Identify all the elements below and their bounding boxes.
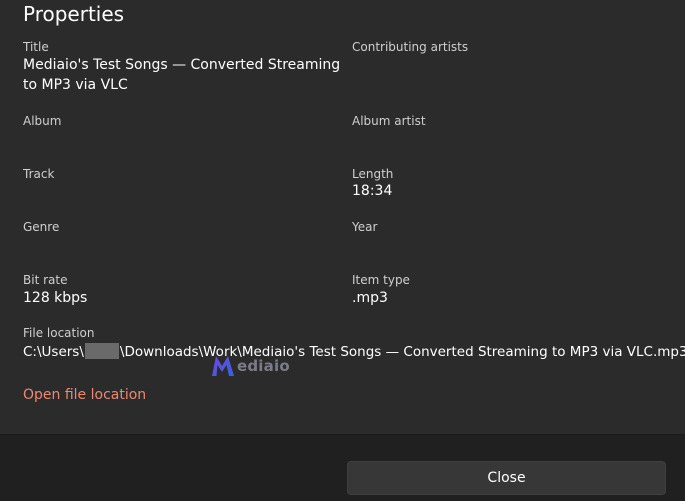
mediaio-watermark: ediaio [210, 353, 290, 379]
properties-content: Properties Title Mediaio's Test Songs — … [0, 0, 685, 434]
genre-label: Genre [23, 220, 60, 234]
album-label: Album [23, 114, 62, 128]
close-button[interactable]: Close [347, 461, 666, 495]
item-type-label: Item type [352, 273, 410, 287]
track-label: Track [23, 167, 55, 181]
length-value: 18:34 [352, 183, 393, 199]
contributing-artists-label: Contributing artists [352, 40, 469, 54]
length-label: Length [352, 167, 394, 181]
title-value: Mediaio's Test Songs — Converted Streami… [23, 57, 341, 93]
item-type-value: .mp3 [352, 290, 388, 306]
open-file-location-link[interactable]: Open file location [23, 385, 146, 405]
dialog-footer: Close [0, 434, 685, 501]
year-label: Year [352, 220, 378, 234]
file-location-suffix: \Downloads\Work\Mediaio's Test Songs — C… [119, 344, 685, 360]
album-artist-label: Album artist [352, 114, 426, 128]
file-location-prefix: C:\Users\ [23, 344, 84, 360]
dialog-title: Properties [23, 2, 125, 26]
bit-rate-label: Bit rate [23, 273, 68, 287]
watermark-text: ediaio [237, 357, 290, 375]
title-label: Title [23, 40, 49, 54]
mediaio-logo-icon [212, 356, 234, 376]
file-location-label: File location [23, 326, 95, 340]
file-location-value: C:\Users\ \Downloads\Work\Mediaio's Test … [23, 343, 685, 361]
properties-dialog: Properties Title Mediaio's Test Songs — … [0, 0, 685, 501]
bit-rate-value: 128 kbps [23, 290, 88, 306]
redacted-username [84, 343, 119, 359]
